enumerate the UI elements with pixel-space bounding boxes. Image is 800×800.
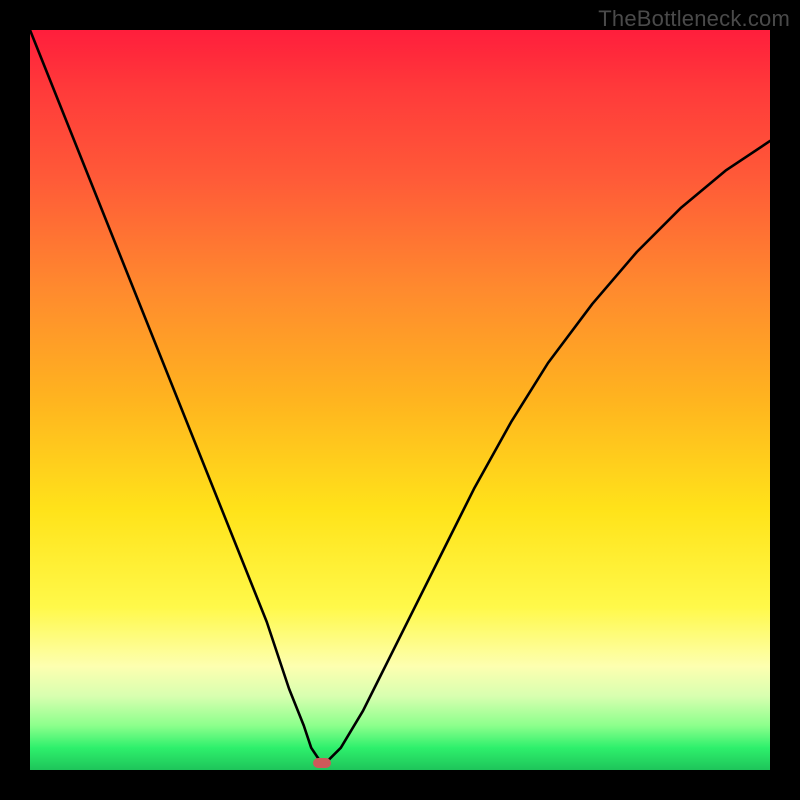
bottleneck-curve [30, 30, 770, 770]
min-marker [313, 758, 331, 768]
plot-area [30, 30, 770, 770]
watermark-text: TheBottleneck.com [598, 6, 790, 32]
chart-frame: TheBottleneck.com [0, 0, 800, 800]
